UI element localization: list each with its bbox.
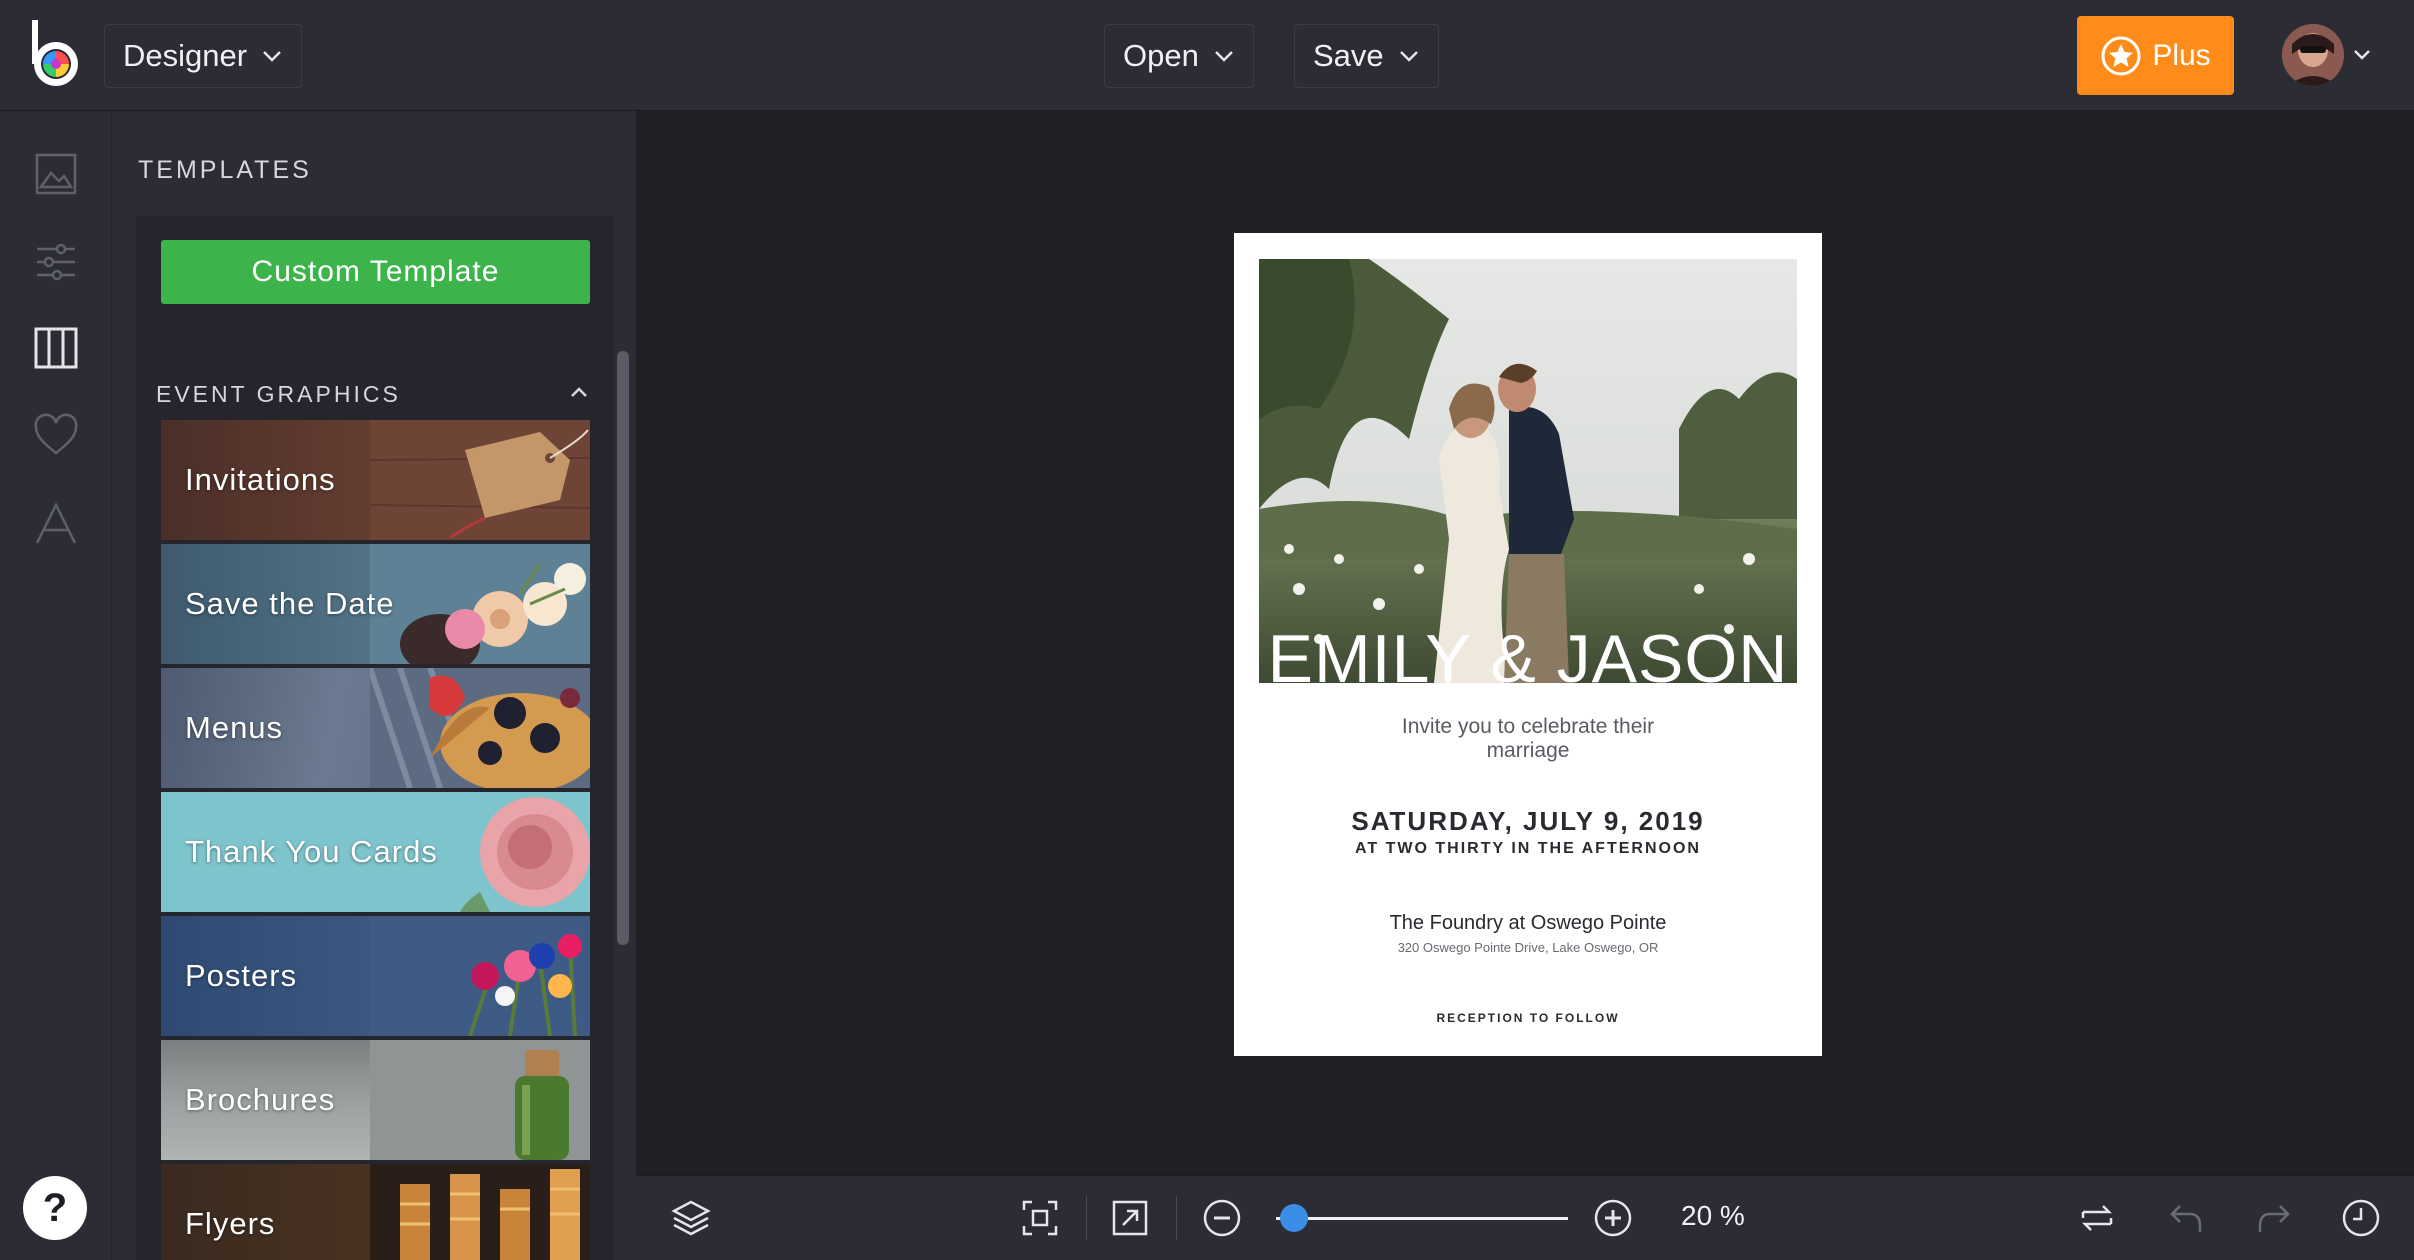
redo-icon[interactable] — [2254, 1198, 2294, 1238]
template-tile-label: Thank You Cards — [185, 834, 438, 869]
panel-scrollbar[interactable] — [617, 351, 629, 945]
fit-to-screen-icon[interactable] — [1020, 1198, 1060, 1238]
bottom-toolbar: 20 % — [636, 1175, 2414, 1260]
template-tile-save-the-date[interactable]: Save the Date — [161, 544, 590, 664]
venue-name[interactable]: The Foundry at Oswego Pointe — [1234, 912, 1822, 935]
coins-icon — [370, 1164, 590, 1260]
reception-note[interactable]: RECEPTION TO FOLLOW — [1234, 1011, 1822, 1025]
bouquet-icon — [370, 916, 590, 1036]
toolbar-divider — [1176, 1196, 1177, 1240]
heart-icon[interactable] — [33, 413, 79, 459]
template-tile-posters[interactable]: Posters — [161, 916, 590, 1036]
couple-photo-image — [1259, 259, 1797, 683]
group-title[interactable]: EVENT GRAPHICS — [156, 381, 401, 408]
zoom-in-icon[interactable] — [1593, 1198, 1633, 1238]
plus-upgrade-button[interactable]: Plus — [2077, 16, 2234, 95]
template-tile-flyers[interactable]: Flyers — [161, 1164, 590, 1260]
chevron-down-icon — [1214, 51, 1233, 62]
template-tile-label: Menus — [185, 710, 284, 745]
template-tile-menus[interactable]: Menus — [161, 668, 590, 788]
couple-names[interactable]: EMILY & JASON — [1259, 625, 1797, 693]
toolbar-divider — [1086, 1196, 1087, 1240]
template-tile-label: Posters — [185, 958, 298, 993]
plus-button-label: Plus — [2152, 38, 2211, 72]
history-clock-icon[interactable] — [2341, 1198, 2381, 1238]
mode-dropdown[interactable]: Designer — [104, 24, 303, 88]
zoom-level-readout: 20 % — [1681, 1200, 1745, 1231]
save-dropdown-label: Save — [1313, 38, 1384, 73]
event-time[interactable]: AT TWO THIRTY IN THE AFTERNOON — [1234, 840, 1822, 858]
templates-icon[interactable] — [33, 325, 79, 371]
befunky-logo-icon[interactable] — [28, 20, 88, 92]
template-tile-label: Save the Date — [185, 586, 395, 621]
user-avatar[interactable] — [2282, 24, 2344, 86]
tool-rail — [0, 111, 111, 1260]
dessert-icon — [370, 668, 590, 788]
adjustments-icon[interactable] — [33, 239, 79, 285]
chevron-down-icon — [1399, 51, 1418, 62]
template-tile-brochures[interactable]: Brochures — [161, 1040, 590, 1160]
help-button[interactable]: ? — [23, 1176, 87, 1240]
chevron-down-icon[interactable] — [2352, 48, 2372, 62]
venue-address[interactable]: 320 Oswego Pointe Drive, Lake Oswego, OR — [1234, 940, 1822, 955]
layers-icon[interactable] — [671, 1198, 711, 1238]
gift-tag-icon — [370, 420, 590, 540]
undo-icon[interactable] — [2166, 1198, 2206, 1238]
couple-photo[interactable] — [1259, 259, 1797, 683]
template-tile-invitations[interactable]: Invitations — [161, 420, 590, 540]
save-dropdown[interactable]: Save — [1294, 24, 1439, 88]
zoom-out-icon[interactable] — [1202, 1198, 1242, 1238]
top-bar: Designer Open Save Plus — [0, 0, 2414, 111]
invite-line-1: Invite you to celebrate their — [1401, 715, 1655, 738]
event-date[interactable]: SATURDAY, JULY 9, 2019 — [1234, 806, 1822, 837]
zoom-slider-track[interactable] — [1276, 1217, 1568, 1220]
open-dropdown-label: Open — [1123, 38, 1199, 73]
chevron-down-icon — [263, 51, 281, 62]
template-tile-label: Invitations — [185, 462, 336, 497]
zoom-slider-handle[interactable] — [1279, 1204, 1308, 1232]
text-icon[interactable] — [33, 501, 79, 547]
star-badge-icon — [2101, 36, 2141, 75]
template-tile-label: Flyers — [185, 1206, 276, 1241]
panel-title: TEMPLATES — [138, 156, 312, 184]
event-graphics-group: EVENT GRAPHICS Invitations Save the Date… — [136, 349, 614, 1260]
open-dropdown[interactable]: Open — [1104, 24, 1254, 88]
mode-dropdown-label: Designer — [123, 38, 248, 73]
template-tile-thank-you-cards[interactable]: Thank You Cards — [161, 792, 590, 912]
flowers-icon — [370, 544, 590, 664]
bottle-icon — [370, 1040, 590, 1160]
templates-panel: TEMPLATES Custom Template EVENT GRAPHICS… — [111, 111, 636, 1260]
invite-text[interactable]: Invite you to celebrate their marriage — [1234, 715, 1822, 763]
custom-template-button[interactable]: Custom Template — [161, 240, 590, 304]
swap-icon[interactable] — [2077, 1198, 2117, 1238]
avatar-photo-icon — [2282, 24, 2344, 86]
chevron-up-icon[interactable] — [569, 385, 589, 399]
invitation-design[interactable]: EMILY & JASON Invite you to celebrate th… — [1234, 233, 1822, 1056]
image-icon[interactable] — [33, 151, 79, 197]
template-tile-label: Brochures — [185, 1082, 336, 1117]
invite-line-2: marriage — [1486, 739, 1570, 762]
actual-size-icon[interactable] — [1110, 1198, 1150, 1238]
